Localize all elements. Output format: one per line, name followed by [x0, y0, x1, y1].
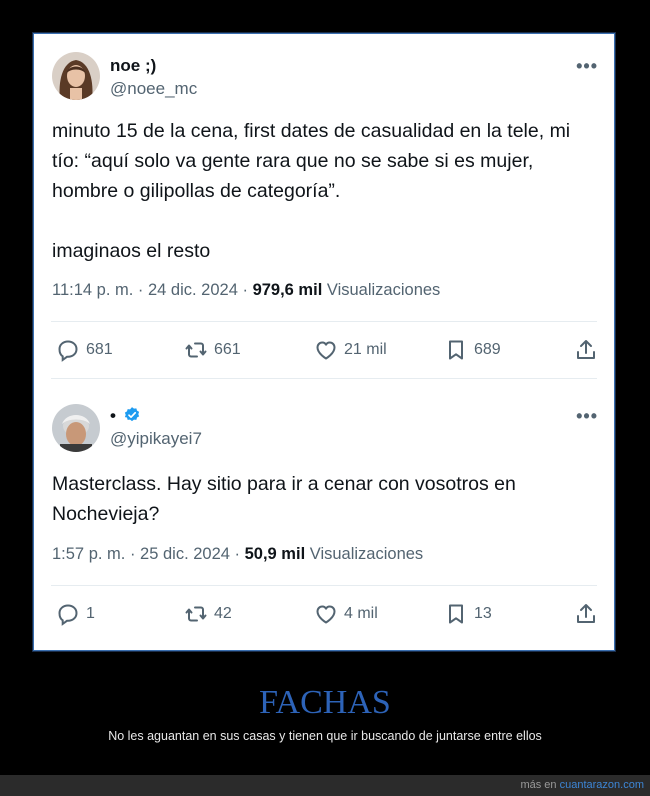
site-credit: más en cuantarazon.com	[520, 779, 644, 791]
verified-badge-icon	[124, 407, 139, 422]
bookmark-count: 689	[474, 341, 501, 358]
post-title[interactable]: FACHAS	[0, 684, 650, 722]
like-button[interactable]: 21 mil	[314, 338, 387, 362]
site-link[interactable]: cuantarazon.com	[560, 779, 644, 791]
reply-count: 1	[86, 605, 95, 622]
view-count: 979,6 mil	[252, 281, 323, 299]
heart-icon	[316, 605, 336, 624]
bookmark-button[interactable]: 689	[444, 338, 501, 362]
timestamp[interactable]: 11:14 p. m. · 24 dic. 2024 ·	[52, 281, 253, 299]
share-icon	[577, 604, 595, 623]
bookmark-icon	[449, 340, 463, 360]
tweet-text-line: Nochevieja?	[52, 503, 160, 525]
reply-icon	[58, 340, 78, 362]
reply-icon	[58, 604, 78, 626]
retweet-count: 661	[214, 341, 241, 358]
tweet-text-line: imaginaos el resto	[52, 240, 211, 262]
more-options-icon[interactable]: •••	[576, 56, 598, 77]
like-count: 4 mil	[344, 605, 378, 622]
share-button[interactable]	[574, 602, 604, 626]
retweet-icon	[185, 342, 207, 358]
username[interactable]: @yipikayei7	[110, 429, 202, 449]
view-count: 50,9 mil	[244, 545, 306, 563]
avatar[interactable]	[52, 404, 100, 452]
reply-count: 681	[86, 341, 113, 358]
tweet-text-line: Masterclass. Hay sitio para ir a cenar c…	[52, 473, 516, 495]
like-count: 21 mil	[344, 341, 387, 358]
divider	[51, 378, 597, 379]
display-name-text: •	[110, 406, 116, 425]
tweet-text-line: hombre o gilipollas de categoría”.	[52, 180, 341, 202]
display-name[interactable]: noe ;)	[110, 56, 156, 76]
divider	[51, 585, 597, 586]
tweet-screenshot-card: noe ;) @noee_mc ••• minuto 15 de la cena…	[32, 32, 616, 652]
retweet-count: 42	[214, 605, 232, 622]
reply-button[interactable]: 681	[56, 338, 113, 362]
tweet-text: minuto 15 de la cena, first dates de cas…	[52, 116, 570, 266]
retweet-button[interactable]: 42	[184, 602, 232, 626]
tweet-text-line	[52, 206, 570, 236]
divider	[51, 321, 597, 322]
share-icon	[577, 340, 595, 359]
bottom-bar: más en cuantarazon.com	[0, 775, 650, 796]
views-label: Visualizaciones	[305, 545, 424, 563]
share-button[interactable]	[574, 338, 604, 362]
tweet-text-line: tío: “aquí solo va gente rara que no se …	[52, 150, 534, 172]
credit-prefix: más en	[520, 779, 560, 791]
display-name[interactable]: •	[110, 406, 141, 426]
tweet-text-line: minuto 15 de la cena, first dates de cas…	[52, 120, 571, 142]
retweet-button[interactable]: 661	[184, 338, 241, 362]
tweet-reply: • @yipikayei7 ••• Masterclass. Hay sitio…	[34, 380, 614, 652]
post-subtitle: No les aguantan en sus casas y tienen qu…	[108, 729, 542, 743]
username[interactable]: @noee_mc	[110, 79, 197, 99]
avatar[interactable]	[52, 52, 100, 100]
more-options-icon[interactable]: •••	[576, 406, 598, 427]
tweet-metadata: 11:14 p. m. · 24 dic. 2024 · 979,6 mil V…	[52, 281, 440, 300]
bookmark-button[interactable]: 13	[444, 602, 492, 626]
retweet-icon	[185, 606, 207, 622]
tweet-text: Masterclass. Hay sitio para ir a cenar c…	[52, 469, 516, 529]
like-button[interactable]: 4 mil	[314, 602, 378, 626]
bookmark-icon	[449, 604, 463, 624]
bookmark-count: 13	[474, 605, 492, 622]
views-label: Visualizaciones	[322, 281, 441, 299]
reply-button[interactable]: 1	[56, 602, 95, 626]
tweet-metadata: 1:57 p. m. · 25 dic. 2024 · 50,9 mil Vis…	[52, 545, 423, 564]
heart-icon	[316, 341, 336, 360]
tweet-original: noe ;) @noee_mc ••• minuto 15 de la cena…	[34, 34, 614, 380]
timestamp[interactable]: 1:57 p. m. · 25 dic. 2024 ·	[52, 545, 245, 563]
